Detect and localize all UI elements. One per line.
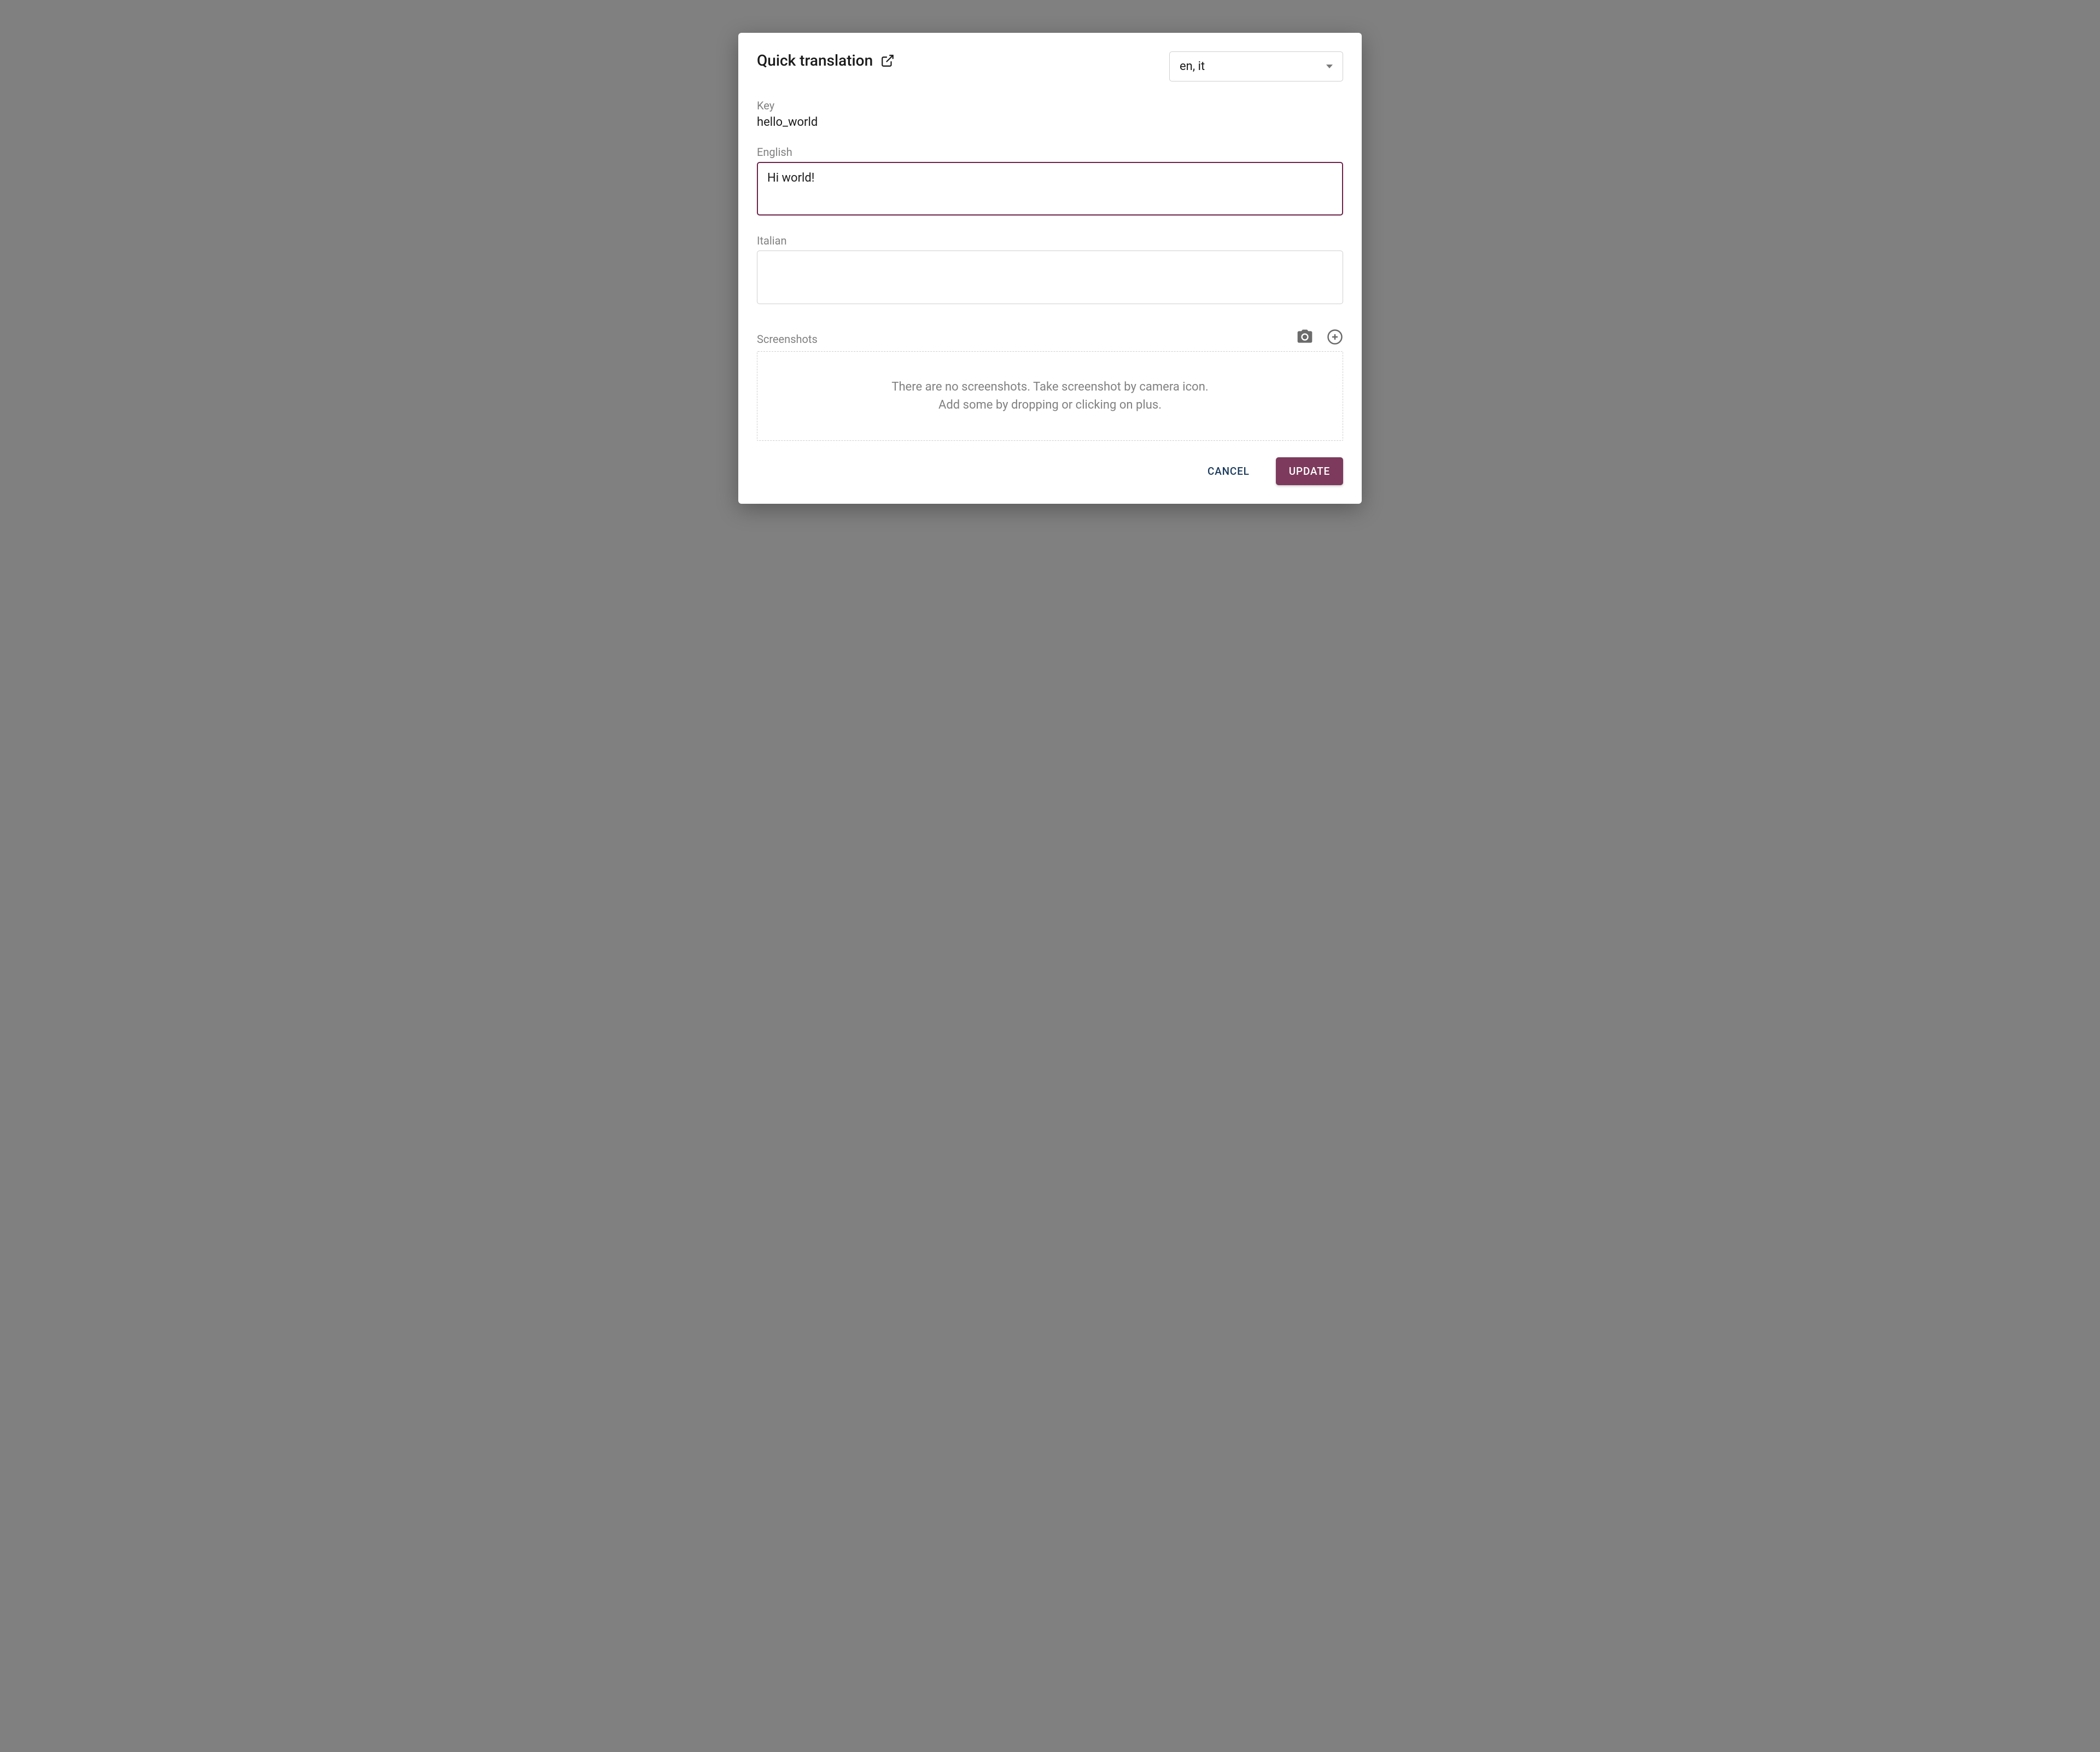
language-select-value: en, it <box>1180 60 1205 73</box>
dropzone-text-line2: Add some by dropping or clicking on plus… <box>768 396 1332 414</box>
italian-field-group: Italian <box>757 234 1343 306</box>
english-input[interactable] <box>757 162 1343 216</box>
chevron-down-icon <box>1326 65 1333 68</box>
key-field-group: Key hello_world <box>757 99 1343 129</box>
english-field-group: English <box>757 145 1343 218</box>
dialog-actions: CANCEL UPDATE <box>757 457 1343 485</box>
key-value: hello_world <box>757 115 1343 129</box>
screenshots-header: Screenshots <box>757 328 1343 346</box>
dialog-header: Quick translation en, it <box>757 51 1343 82</box>
key-label: Key <box>757 99 1343 112</box>
language-select[interactable]: en, it <box>1169 51 1343 82</box>
quick-translation-dialog: Quick translation en, it Key hello_world… <box>738 33 1362 504</box>
screenshot-actions <box>1296 328 1343 346</box>
english-label: English <box>757 145 1343 159</box>
dialog-title: Quick translation <box>757 51 873 69</box>
title-group: Quick translation <box>757 51 895 69</box>
open-in-new-icon[interactable] <box>880 54 895 68</box>
camera-icon[interactable] <box>1296 328 1314 346</box>
screenshots-dropzone[interactable]: There are no screenshots. Take screensho… <box>757 351 1343 441</box>
italian-label: Italian <box>757 234 1343 247</box>
update-button[interactable]: UPDATE <box>1276 457 1343 485</box>
cancel-button[interactable]: CANCEL <box>1194 457 1263 485</box>
screenshots-label: Screenshots <box>757 333 818 346</box>
italian-input[interactable] <box>757 251 1343 304</box>
screenshots-section: Screenshots There are no <box>757 328 1343 441</box>
plus-circle-icon[interactable] <box>1327 329 1343 345</box>
dropzone-text-line1: There are no screenshots. Take screensho… <box>768 378 1332 396</box>
